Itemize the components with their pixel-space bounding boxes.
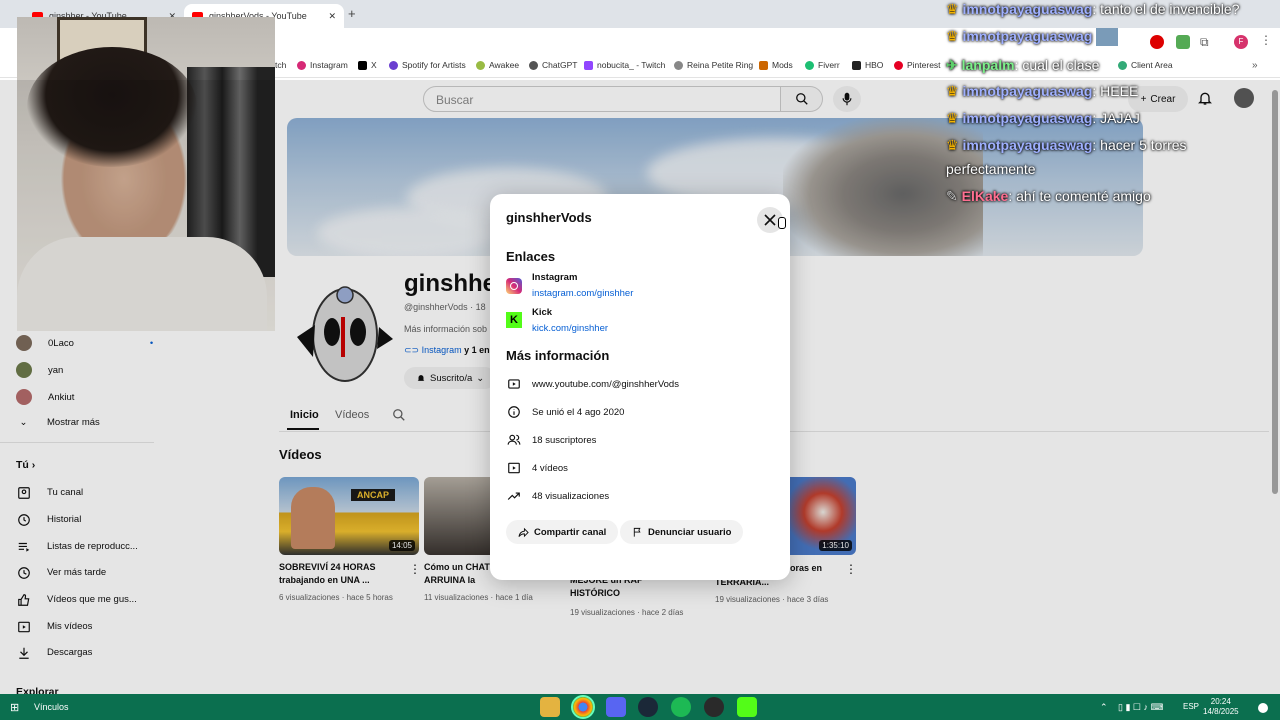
chat-message: ♛ imnotpayaguaswag: HEEE: [946, 83, 1139, 99]
tray-chevron-icon[interactable]: ⌃: [1100, 702, 1108, 713]
taskbar-links-label[interactable]: Vínculos: [34, 702, 69, 712]
extensions-puzzle-icon[interactable]: ⧉: [1200, 35, 1209, 50]
bookmark[interactable]: HBO: [852, 60, 883, 70]
crown-icon: ♛: [946, 83, 959, 99]
dialog-title: ginshherVods: [506, 210, 592, 225]
instagram-link[interactable]: instagram.com/ginshher: [532, 288, 633, 299]
twitch-icon: [584, 60, 593, 70]
chatgpt-icon: [529, 60, 538, 70]
crown-icon: ♛: [946, 110, 959, 126]
globe-icon: [506, 376, 522, 392]
new-tab-button[interactable]: +: [348, 6, 356, 21]
x-icon: [358, 60, 367, 70]
kick-link[interactable]: kick.com/ginshher: [532, 323, 608, 334]
bookmark[interactable]: Reina Petite Ring: [674, 60, 753, 70]
instagram-icon: [297, 60, 306, 70]
mods-icon: [759, 60, 768, 70]
emote-image: [1096, 28, 1119, 47]
bookmark[interactable]: Fiverr: [805, 60, 840, 70]
badge-icon: ✈: [946, 57, 958, 73]
profile-avatar[interactable]: F: [1234, 35, 1248, 49]
tray-icons[interactable]: ▯ ▮ ☐ ♪ ⌨: [1118, 702, 1163, 713]
bookmark[interactable]: nobucita_ - Twitch: [584, 60, 665, 70]
about-channel-dialog: ginshherVods Enlaces Instagram instagram…: [490, 194, 790, 580]
bookmark[interactable]: Spotify for Artists: [389, 60, 466, 70]
chat-message: ♛ imnotpayaguaswag: hacer 5 torres: [946, 137, 1187, 153]
chat-message: ♛ imnotpayaguaswag: tanto el de invencib…: [946, 1, 1240, 17]
chat-message: ♛ imnotpayaguaswag: [946, 28, 1119, 47]
bookmark[interactable]: Awakee: [476, 60, 519, 70]
chat-message: ♛ imnotpayaguaswag: JAJAJ: [946, 110, 1140, 126]
language-indicator[interactable]: ESP: [1183, 702, 1199, 711]
bookmark[interactable]: Instagram: [297, 60, 348, 70]
obs-icon[interactable]: [704, 697, 724, 717]
menu-dots-icon[interactable]: ⋮: [1260, 33, 1272, 47]
report-user-button[interactable]: Denunciar usuario: [620, 520, 744, 544]
kick-app-icon[interactable]: [737, 697, 757, 717]
mouse-cursor: [778, 217, 786, 229]
extension-icon[interactable]: [1176, 35, 1190, 49]
bookmark[interactable]: tch: [275, 60, 286, 70]
bookmarks-overflow-icon[interactable]: »: [1252, 60, 1258, 71]
bookmark[interactable]: Client Area: [1118, 60, 1173, 70]
extension-icon[interactable]: [1150, 35, 1164, 49]
pencil-icon: ✎: [946, 188, 958, 204]
people-icon: [506, 432, 522, 448]
link-name: Instagram: [532, 272, 578, 283]
instagram-icon: [506, 278, 522, 294]
info-icon: [506, 404, 522, 420]
video-icon: [506, 460, 522, 476]
links-heading: Enlaces: [506, 249, 556, 264]
awakee-icon: [476, 60, 485, 70]
spotify-icon: [389, 60, 398, 70]
flag-icon: [633, 527, 641, 537]
bookmark[interactable]: Pinterest: [894, 60, 941, 70]
discord-icon[interactable]: [606, 697, 626, 717]
more-info-heading: Más información: [506, 348, 610, 363]
steam-icon[interactable]: [638, 697, 658, 717]
notification-center-icon[interactable]: [1258, 703, 1268, 713]
pinterest-icon: [894, 60, 903, 70]
clock[interactable]: 20:24 14/8/2025: [1203, 697, 1239, 717]
fiverr-icon: [805, 60, 814, 70]
crown-icon: ♛: [946, 28, 959, 44]
info-row-url: www.youtube.com/@ginshherVods: [506, 376, 679, 392]
chat-message-continued: perfectamente: [946, 161, 1036, 177]
info-row-views: 48 visualizaciones: [506, 488, 609, 504]
bookmark[interactable]: ChatGPT: [529, 60, 577, 70]
file-explorer-icon[interactable]: [540, 697, 560, 717]
trending-icon: [506, 488, 522, 504]
close-tab-icon[interactable]: ✕: [328, 11, 336, 22]
close-icon: [764, 214, 776, 226]
link-name: Kick: [532, 307, 553, 318]
windows-start-icon[interactable]: ⊞: [10, 701, 19, 714]
share-channel-button[interactable]: Compartir canal: [506, 520, 619, 544]
bookmark[interactable]: X: [358, 60, 377, 70]
kick-icon: K: [506, 312, 522, 328]
hbo-icon: [852, 60, 861, 70]
client-area-icon: [1118, 60, 1127, 70]
bookmark-icon: [674, 60, 683, 70]
bookmark[interactable]: Mods: [759, 60, 793, 70]
info-row-videos: 4 vídeos: [506, 460, 568, 476]
info-row-subscribers: 18 suscriptores: [506, 432, 596, 448]
chat-message: ✎ ElKake: ahí te comenté amigo: [946, 188, 1151, 204]
chrome-icon[interactable]: [571, 695, 595, 719]
crown-icon: ♛: [946, 1, 959, 17]
crown-icon: ♛: [946, 137, 959, 153]
info-row-joined: Se unió el 4 ago 2020: [506, 404, 624, 420]
chat-message: ✈ lanpalm: cual el clase: [946, 57, 1100, 73]
spotify-icon[interactable]: [671, 697, 691, 717]
share-icon: [518, 527, 529, 537]
